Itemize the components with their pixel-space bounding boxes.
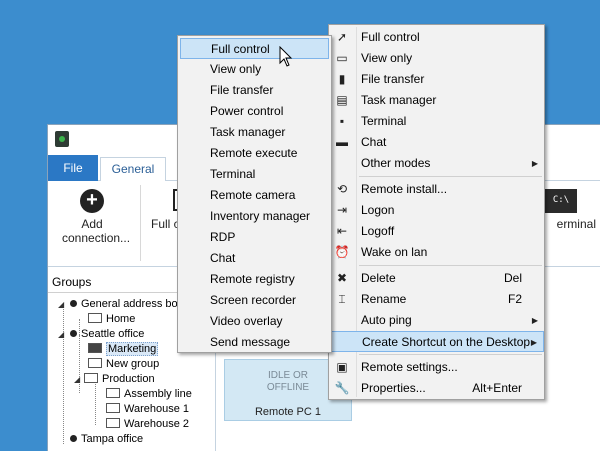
tree-item[interactable]: Tampa office [68,432,143,447]
folder-icon [106,418,120,428]
delete-icon: ✖ [336,271,348,285]
tree-item[interactable]: Warehouse 1 [106,402,189,417]
submenu-item-full-control[interactable]: Full control [180,38,329,59]
menu-item-other-modes[interactable]: Other modes ▶ [329,153,544,174]
menu-item-rename[interactable]: ⌶ Rename F2 [329,289,544,310]
folder-icon [106,388,120,398]
tree-item[interactable]: ◢ Production [74,372,155,387]
alarm-clock-icon: ⏰ [334,245,350,259]
submenu-item-rdp[interactable]: RDP [180,227,329,248]
menu-item-file-transfer[interactable]: ▮ File transfer [329,69,544,90]
chevron-right-icon: ▶ [531,159,538,168]
submenu-item-task-manager[interactable]: Task manager [180,122,329,143]
menu-item-task-manager[interactable]: ▤ Task manager [329,90,544,111]
folder-icon [84,373,98,383]
chat-icon: ▬ [336,135,348,149]
menu-item-logon[interactable]: ⇥ Logon [329,200,544,221]
remote-settings-icon: ▣ [336,360,348,374]
context-menu: ➚ Full control ▭ View only ▮ File transfer … [328,24,545,400]
add-connection-label: Add connection... [62,217,131,245]
rename-icon: ⌶ [338,292,346,306]
tree-item[interactable]: Warehouse 2 [106,417,189,432]
submenu-item-view-only[interactable]: View only [180,59,329,80]
terminal-icon: C:\ [545,189,577,213]
submenu-item-remote-execute[interactable]: Remote execute [180,143,329,164]
menu-item-create-shortcut[interactable]: Create Shortcut on the Desktop ▶ [329,331,544,352]
submenu-item-video-overlay[interactable]: Video overlay [180,311,329,332]
menu-item-properties[interactable]: 🔧 Properties... Alt+Enter [329,378,544,399]
add-connection-button[interactable]: + Add connection... [52,185,132,261]
folder-icon [88,313,102,323]
tree-item[interactable]: Assembly line [106,387,192,402]
submenu-item-inventory-manager[interactable]: Inventory manager [180,206,329,227]
menu-item-chat[interactable]: ▬ Chat [329,132,544,153]
submenu-item-file-transfer[interactable]: File transfer [180,80,329,101]
menu-item-remote-install[interactable]: ⟲ Remote install... [329,179,544,200]
menu-item-full-control[interactable]: ➚ Full control [329,27,544,48]
logon-icon: ⇥ [336,203,348,217]
folder-icon [88,343,102,353]
tab-file[interactable]: File [48,155,98,181]
menu-item-view-only[interactable]: ▭ View only [329,48,544,69]
folder-icon [106,403,120,413]
wrench-icon: 🔧 [334,381,350,395]
files-icon: ▮ [338,72,346,86]
submenu-item-remote-camera[interactable]: Remote camera [180,185,329,206]
submenu-item-chat[interactable]: Chat [180,248,329,269]
menu-item-wake-on-lan[interactable]: ⏰ Wake on lan [329,242,544,263]
submenu-item-remote-registry[interactable]: Remote registry [180,269,329,290]
monitor-icon: ▭ [336,51,348,65]
menu-item-terminal[interactable]: ▪ Terminal [329,111,544,132]
app-logo-icon [55,131,69,147]
menu-item-logoff[interactable]: ⇤ Logoff [329,221,544,242]
submenu-item-power-control[interactable]: Power control [180,101,329,122]
cursor-icon: ➚ [336,30,348,44]
chevron-right-icon: ▶ [531,316,538,325]
folder-icon [88,358,102,368]
mouse-pointer-icon [279,46,293,67]
menu-item-remote-settings[interactable]: ▣ Remote settings... [329,357,544,378]
terminal-icon: ▪ [339,114,345,128]
logoff-icon: ⇤ [336,224,348,238]
tree-item[interactable]: ◢ General address bo [58,297,178,312]
tree-item[interactable]: ◢ Seattle office [58,327,144,342]
submenu-item-send-message[interactable]: Send message [180,332,329,353]
shortcut-submenu: Full control View only File transfer Pow… [177,35,332,353]
tree-item[interactable]: Home [88,312,135,327]
submenu-item-screen-recorder[interactable]: Screen recorder [180,290,329,311]
chevron-right-icon: ▶ [530,338,537,347]
plus-icon: + [80,189,104,213]
computer-name: Remote PC 1 [254,406,322,418]
menu-item-auto-ping[interactable]: Auto ping ▶ [329,310,544,331]
tree-item[interactable]: New group [88,357,159,372]
task-manager-icon: ▤ [336,93,348,107]
tab-general[interactable]: General [100,157,166,182]
tree-item[interactable]: Marketing [88,342,159,357]
menu-item-delete[interactable]: ✖ Delete Del [329,268,544,289]
submenu-item-terminal[interactable]: Terminal [180,164,329,185]
refresh-icon: ⟲ [336,182,348,196]
